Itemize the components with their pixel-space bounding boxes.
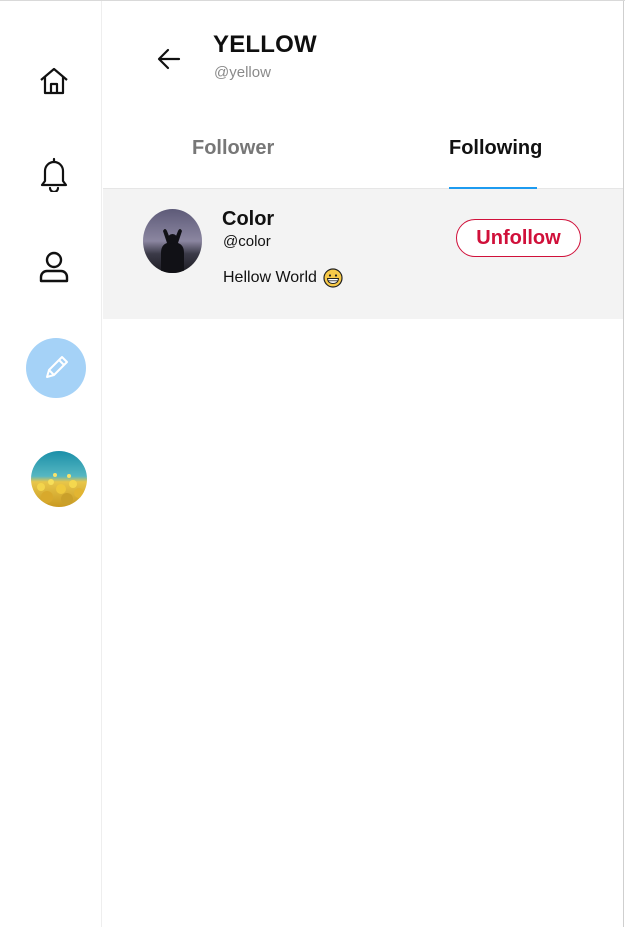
sidebar <box>0 1 102 927</box>
home-button[interactable] <box>26 53 82 109</box>
avatar[interactable] <box>143 209 202 273</box>
yellow-flower-field-avatar <box>31 451 87 507</box>
pencil-icon <box>46 356 68 378</box>
user-name: Color <box>222 208 275 230</box>
home-icon <box>40 67 68 95</box>
unfollow-button[interactable]: Unfollow <box>456 219 581 257</box>
current-user-avatar[interactable] <box>31 451 87 507</box>
profile-button[interactable] <box>26 239 82 295</box>
profile-handle: @yellow <box>214 64 271 81</box>
list-item[interactable]: Color @color Hellow World Unfollow <box>103 189 623 319</box>
user-handle: @color <box>223 233 271 250</box>
bell-icon <box>40 157 68 192</box>
follow-tabs: Follower Following <box>103 119 623 189</box>
main-column: YELLOW @yellow Follower Following Color … <box>103 1 623 927</box>
compose-button[interactable] <box>26 338 86 398</box>
grinning-face-icon <box>323 268 343 288</box>
user-icon <box>39 251 69 283</box>
notifications-button[interactable] <box>26 146 82 202</box>
user-bio-text: Hellow World <box>223 269 317 286</box>
tab-following[interactable]: Following <box>449 137 542 160</box>
arrow-left-icon <box>157 48 181 70</box>
profile-name: YELLOW <box>213 31 317 58</box>
user-bio: Hellow World <box>223 268 343 288</box>
app-frame: YELLOW @yellow Follower Following Color … <box>0 0 625 927</box>
back-button[interactable] <box>151 41 187 77</box>
tab-follower[interactable]: Follower <box>192 137 274 160</box>
person-silhouette-avatar <box>143 209 202 273</box>
